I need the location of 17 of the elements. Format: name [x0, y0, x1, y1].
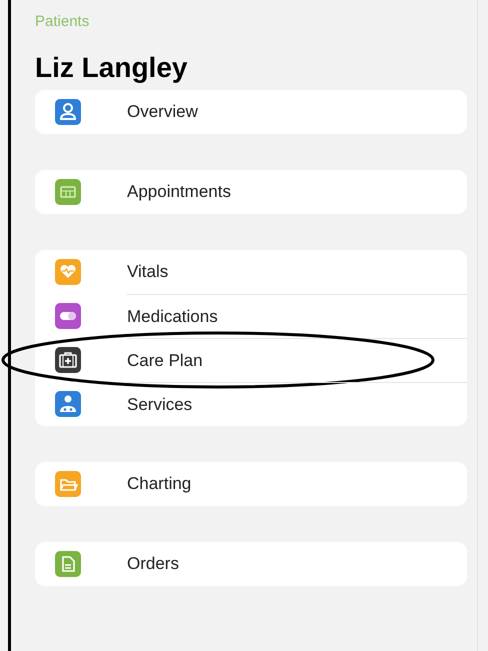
menu-label: Care Plan	[127, 350, 203, 372]
menu-label: Orders	[127, 553, 179, 576]
menu-item[interactable]: Services	[35, 382, 467, 426]
menu-label: Charting	[127, 473, 192, 496]
menu-item[interactable]: Care Plan	[35, 338, 467, 382]
patient-name: Liz Langley	[35, 52, 188, 84]
menu-label: Appointments	[127, 181, 231, 204]
menu-item[interactable]: Medications	[35, 294, 467, 338]
menu-item[interactable]: Orders	[35, 542, 467, 586]
menu-label: Services	[127, 394, 192, 416]
menu-item[interactable]: Overview	[35, 90, 467, 134]
menu-item[interactable]: Vitals	[35, 250, 467, 294]
menu-item[interactable]: Appointments	[35, 170, 467, 214]
menu-label: Overview	[127, 101, 198, 124]
menu-label: Vitals	[127, 261, 168, 284]
menu-item[interactable]: Charting	[35, 462, 467, 506]
menu-label: Medications	[127, 306, 218, 328]
